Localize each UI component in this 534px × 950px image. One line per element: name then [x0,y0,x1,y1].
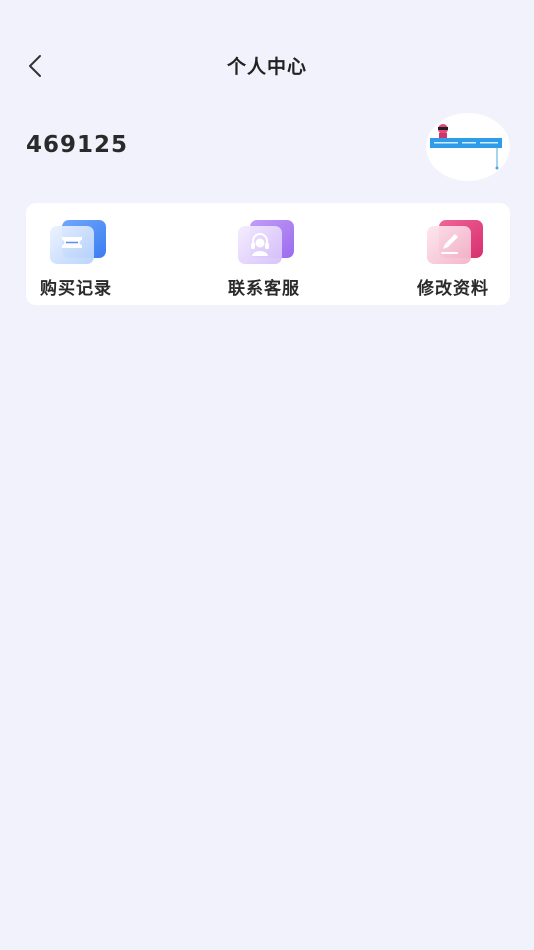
contact-support-button[interactable]: 联系客服 [228,203,308,305]
avatar-image [430,124,502,170]
purchase-records-button[interactable]: 购买记录 [40,203,120,305]
menu-card: 购买记录 联系客服 修改资料 [26,203,510,305]
user-id: 469125 [26,132,129,158]
page-title: 个人中心 [226,56,307,78]
edit-icon [427,220,483,264]
contact-support-label: 联系客服 [228,279,300,299]
ticket-icon [50,220,106,264]
edit-profile-label: 修改资料 [417,279,489,299]
edit-profile-button[interactable]: 修改资料 [417,203,497,305]
avatar[interactable] [426,113,510,181]
purchase-records-label: 购买记录 [40,279,112,299]
headset-icon [238,220,294,264]
top-bar: 个人中心 [0,40,534,92]
